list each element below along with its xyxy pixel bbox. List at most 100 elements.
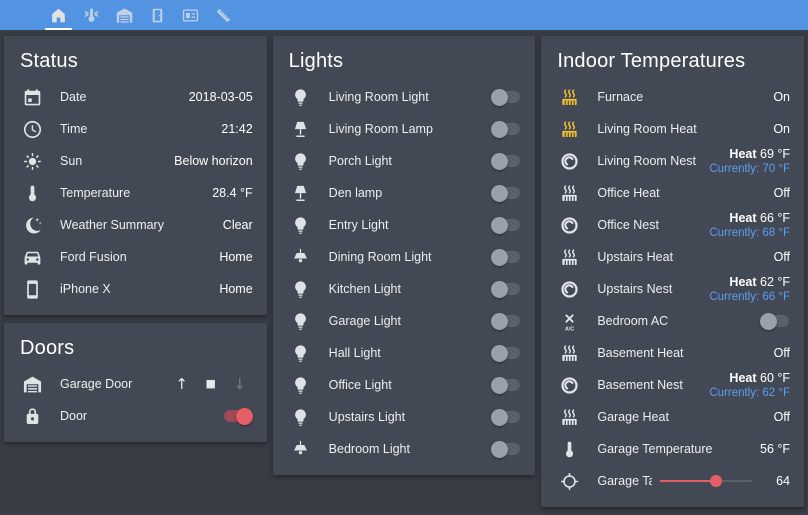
bulb-icon [289,341,313,365]
entity-state: Off [774,250,790,264]
toggle-switch[interactable] [760,312,790,330]
bulb-icon [289,373,313,397]
row-upstairs-heat: Upstairs HeatOff [541,241,804,273]
entity-label: Sun [60,154,174,168]
column-middle: Lights Living Room LightLiving Room Lamp… [273,36,536,475]
doors-rows: Garage Door↑■↓Door [4,368,267,432]
toggle-switch[interactable] [491,216,521,234]
entity-state: Heat 66 °FCurrently: 68 °F [709,211,790,240]
row-iphone-x: iPhone XHome [4,273,267,305]
cover-controls: ↑■ ↓ [169,371,253,397]
tab-home[interactable] [42,0,75,30]
entity-current-state: Currently: 68 °F [709,226,790,240]
nest-icon [557,373,581,397]
switch-thumb [491,249,508,266]
toggle-switch[interactable] [223,407,253,425]
row-basement-heat: Basement HeatOff [541,337,804,369]
status-rows: Date2018-03-05Time21:42SunBelow horizonT… [4,81,267,305]
switch-thumb [491,313,508,330]
slider-thumb[interactable] [710,475,722,487]
tab-tools[interactable] [207,0,240,30]
toggle-switch[interactable] [491,344,521,362]
nest-icon [557,213,581,237]
row-living-room-light: Living Room Light [273,81,536,113]
row-porch-light: Porch Light [273,145,536,177]
thermostat-icon [80,3,104,27]
row-garage-temperature: Garage Temperature56 °F [541,433,804,465]
cover-down-button[interactable]: ↓ [227,371,253,397]
entity-label: Living Room Heat [597,122,773,136]
row-living-room-heat: Living Room HeatOn [541,113,804,145]
entity-label: Office Nest [597,218,709,232]
toggle-switch[interactable] [491,376,521,394]
row-den-lamp: Den lamp [273,177,536,209]
toggle-switch[interactable] [491,312,521,330]
toggle-switch[interactable] [491,152,521,170]
entity-label: Furnace [597,90,773,104]
entity-label: Time [60,122,221,136]
entity-current-state: Currently: 66 °F [709,290,790,304]
target-slider[interactable] [660,473,752,489]
toggle-switch[interactable] [491,440,521,458]
toggle-switch[interactable] [491,88,521,106]
switch-thumb [491,121,508,138]
radiator-icon [557,245,581,269]
entity-current-state: Currently: 62 °F [709,386,790,400]
entity-state: Heat 69 °FCurrently: 70 °F [709,147,790,176]
entity-label: Basement Nest [597,378,709,392]
row-basement-nest: Basement NestHeat 60 °FCurrently: 62 °F [541,369,804,401]
tab-climate[interactable] [75,0,108,30]
switch-thumb [491,185,508,202]
home-icon [47,3,71,27]
toggle-switch[interactable] [491,280,521,298]
dashboard: Status Date2018-03-05Time21:42SunBelow h… [0,30,808,507]
bulb-icon [289,213,313,237]
entity-state: On [773,122,790,136]
entity-state: Home [219,282,252,296]
tab-garage[interactable] [108,0,141,30]
nest-icon [557,149,581,173]
toggle-switch[interactable] [491,408,521,426]
row-entry-light: Entry Light [273,209,536,241]
cover-up-button[interactable]: ↑ [169,371,195,397]
entity-label: Office Heat [597,186,773,200]
radiator-icon [557,85,581,109]
lights-card: Lights Living Room LightLiving Room Lamp… [273,36,536,475]
doors-card: Doors Garage Door↑■↓Door [4,323,267,442]
tab-media[interactable] [174,0,207,30]
switch-thumb [491,89,508,106]
thermometer-icon [557,437,581,461]
row-living-room-nest: Living Room NestHeat 69 °FCurrently: 70 … [541,145,804,177]
row-office-nest: Office NestHeat 66 °FCurrently: 68 °F [541,209,804,241]
row-door: Door [4,400,267,432]
entity-state: Off [774,346,790,360]
row-upstairs-light: Upstairs Light [273,401,536,433]
entity-label: Entry Light [329,218,492,232]
lights-rows: Living Room Light Living Room LampPorch L… [273,81,536,465]
door-icon [146,3,170,27]
toggle-switch[interactable] [491,120,521,138]
row-weather-summary: Weather SummaryClear [4,209,267,241]
radiator-icon [557,117,581,141]
car-icon [20,245,44,269]
doors-card-title: Doors [4,323,267,368]
row-sun: SunBelow horizon [4,145,267,177]
toggle-switch[interactable] [491,248,521,266]
indoor-temperatures-rows: Furnace OnLiving Room HeatOnLiving Room N… [541,81,804,497]
entity-label: Door [60,409,223,423]
lamp-icon [289,181,313,205]
entity-label: Upstairs Nest [597,282,709,296]
row-bedroom-light: Bedroom Light [273,433,536,465]
toggle-switch[interactable] [491,184,521,202]
tab-doors[interactable] [141,0,174,30]
row-living-room-lamp: Living Room Lamp [273,113,536,145]
entity-label: Ford Fusion [60,250,219,264]
entity-state: Off [774,186,790,200]
garage-icon [20,372,44,396]
entity-label: Office Light [329,378,492,392]
arrow-down-icon: ↓ [233,375,246,393]
row-hall-light: Hall Light [273,337,536,369]
entity-label: Living Room Light [329,90,492,104]
crosshair-icon [557,469,581,493]
cover-stop-button[interactable]: ■ [198,371,224,397]
